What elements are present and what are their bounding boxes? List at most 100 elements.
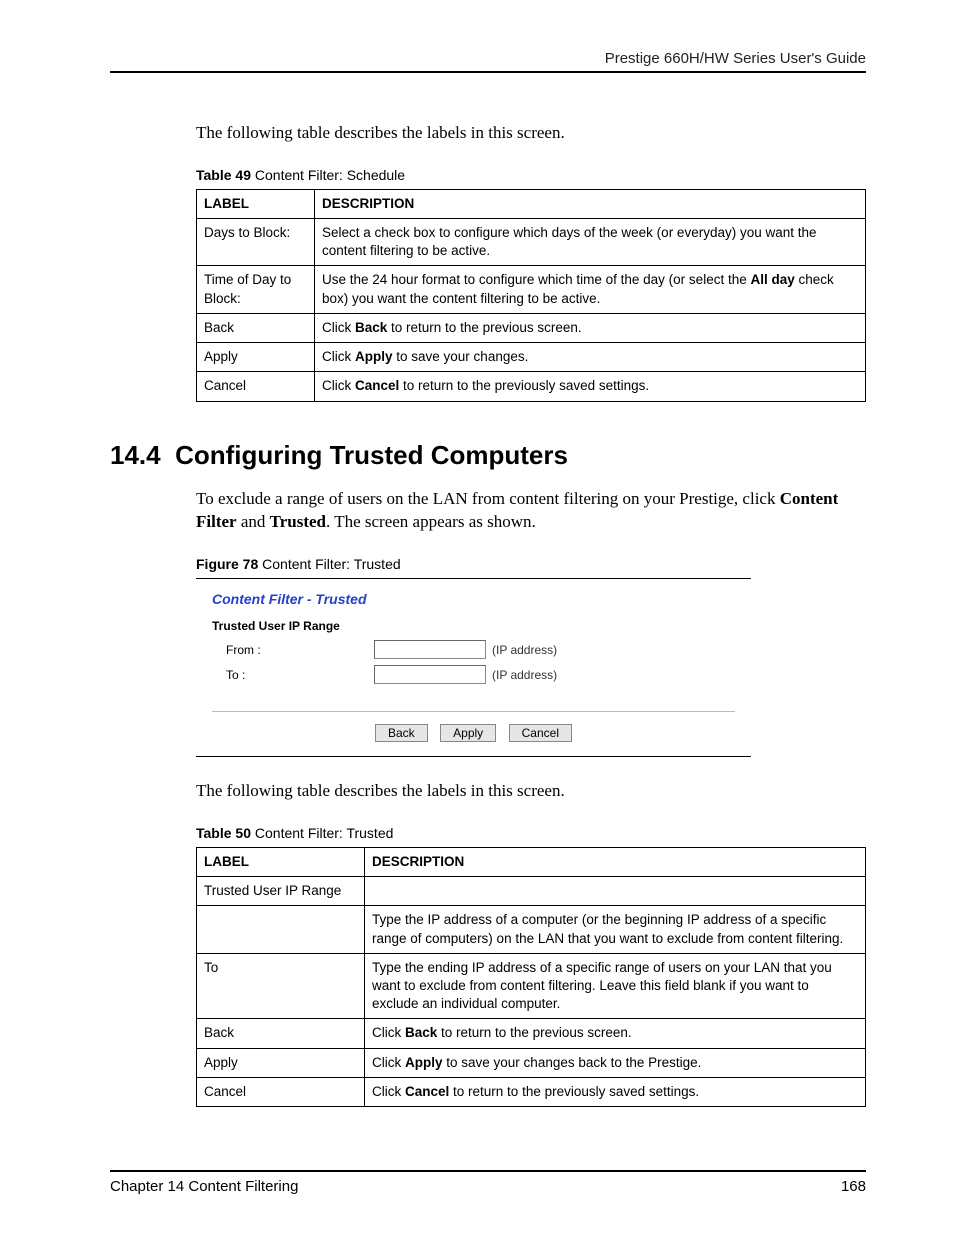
cell-desc: Click Cancel to return to the previously… [365,1077,866,1106]
table50-caption-rest: Content Filter: Trusted [251,825,393,841]
figure78-caption-bold: Figure 78 [196,556,258,572]
cancel-button[interactable]: Cancel [509,724,572,742]
cell-label: Back [197,1019,365,1048]
section-body-pre: To exclude a range of users on the LAN f… [196,489,780,508]
figure78-heading: Content Filter - Trusted [196,579,751,619]
cell-desc-post: to return to the previous screen. [387,320,581,335]
figure78-buttons: Back Apply Cancel [196,712,751,756]
cell-desc: Select a check box to configure which da… [315,219,866,266]
cell-desc-pre: Click [322,320,355,335]
table50-caption-bold: Table 50 [196,825,251,841]
cell-desc-bold: Apply [405,1055,443,1070]
figure78-range-label: Trusted User IP Range [196,619,751,637]
to-label: To : [212,668,374,682]
cell-desc: Click Back to return to the previous scr… [315,313,866,342]
table-row: Back Click Back to return to the previou… [197,313,866,342]
cell-desc: Type the IP address of a computer (or th… [365,906,866,953]
cell-desc: Click Back to return to the previous scr… [365,1019,866,1048]
cell-desc: Use the 24 hour format to configure whic… [315,266,866,313]
table-row: To Type the ending IP address of a speci… [197,953,866,1019]
cell-label: Trusted User IP Range [197,877,365,906]
apply-button[interactable]: Apply [440,724,496,742]
table49: LABEL DESCRIPTION Days to Block: Select … [196,189,866,402]
cell-label: Cancel [197,1077,365,1106]
cell-label: Days to Block: [197,219,315,266]
from-ip-input[interactable] [374,640,486,659]
table-row: Back Click Back to return to the previou… [197,1019,866,1048]
table49-caption-rest: Content Filter: Schedule [251,167,405,183]
cell-desc-pre: Click [372,1055,405,1070]
cell-desc-pre: Click [372,1025,405,1040]
section-heading: 14.4 Configuring Trusted Computers [110,440,866,471]
table49-head-desc: DESCRIPTION [315,189,866,218]
footer-right: 168 [841,1178,866,1195]
table-row: Apply Click Apply to save your changes b… [197,1048,866,1077]
cell-desc [365,877,866,906]
table50: LABEL DESCRIPTION Trusted User IP Range … [196,847,866,1107]
cell-desc: Click Cancel to return to the previously… [315,372,866,401]
cell-desc-pre: Click [372,1084,405,1099]
cell-desc-bold: Cancel [355,378,399,393]
table50-head-desc: DESCRIPTION [365,847,866,876]
section-body-mid: and [237,512,270,531]
cell-label: To [197,953,365,1019]
table-row: Cancel Click Cancel to return to the pre… [197,372,866,401]
to-ip-input[interactable] [374,665,486,684]
cell-desc-bold: All day [750,272,794,287]
figure78-caption-rest: Content Filter: Trusted [258,556,400,572]
cell-desc-post: to save your changes. [393,349,529,364]
table50-head-label: LABEL [197,847,365,876]
cell-label: Time of Day to Block: [197,266,315,313]
table-row: Cancel Click Cancel to return to the pre… [197,1077,866,1106]
cell-desc-post: to return to the previously saved settin… [399,378,649,393]
cell-desc-bold: Apply [355,349,393,364]
cell-desc-pre: Use the 24 hour format to configure whic… [322,272,750,287]
page-header: Prestige 660H/HW Series User's Guide [110,50,866,71]
page-footer: Chapter 14 Content Filtering 168 [110,1172,866,1195]
cell-label: Back [197,313,315,342]
table-row: Trusted User IP Range [197,877,866,906]
figure78-caption: Figure 78 Content Filter: Trusted [196,556,866,572]
cell-desc-post: to return to the previously saved settin… [449,1084,699,1099]
table-row: Type the IP address of a computer (or th… [197,906,866,953]
cell-label: Cancel [197,372,315,401]
table-row: Days to Block: Select a check box to con… [197,219,866,266]
back-button[interactable]: Back [375,724,428,742]
figure78-from-row: From : (IP address) [196,637,751,662]
cell-label: Apply [197,1048,365,1077]
table49-caption-bold: Table 49 [196,167,251,183]
cell-desc: Type the ending IP address of a specific… [365,953,866,1019]
cell-desc-pre: Click [322,349,355,364]
from-label: From : [212,643,374,657]
intro-paragraph-1: The following table describes the labels… [196,121,866,145]
table49-caption: Table 49 Content Filter: Schedule [196,167,866,183]
table50-head-row: LABEL DESCRIPTION [197,847,866,876]
cell-label: Apply [197,343,315,372]
intro-paragraph-2: The following table describes the labels… [196,779,866,803]
cell-desc-bold: Back [405,1025,437,1040]
table49-head-row: LABEL DESCRIPTION [197,189,866,218]
cell-desc-post: to save your changes back to the Prestig… [443,1055,702,1070]
table-row: Time of Day to Block: Use the 24 hour fo… [197,266,866,313]
to-hint: (IP address) [492,668,557,682]
header-rule [110,71,866,73]
table50-caption: Table 50 Content Filter: Trusted [196,825,866,841]
section-body-post: . The screen appears as shown. [326,512,536,531]
table49-head-label: LABEL [197,189,315,218]
footer-left: Chapter 14 Content Filtering [110,1178,298,1195]
cell-desc: Click Apply to save your changes back to… [365,1048,866,1077]
section-body-b2: Trusted [270,512,326,531]
cell-label [197,906,365,953]
cell-desc: Click Apply to save your changes. [315,343,866,372]
table-row: Apply Click Apply to save your changes. [197,343,866,372]
cell-desc-bold: Back [355,320,387,335]
figure78-to-row: To : (IP address) [196,662,751,687]
cell-desc-bold: Cancel [405,1084,449,1099]
section-title: Configuring Trusted Computers [175,440,568,470]
cell-desc-post: to return to the previous screen. [437,1025,631,1040]
section-number: 14.4 [110,440,161,470]
cell-desc-pre: Click [322,378,355,393]
from-hint: (IP address) [492,643,557,657]
figure78-box: Content Filter - Trusted Trusted User IP… [196,578,751,757]
section-body: To exclude a range of users on the LAN f… [196,487,866,535]
